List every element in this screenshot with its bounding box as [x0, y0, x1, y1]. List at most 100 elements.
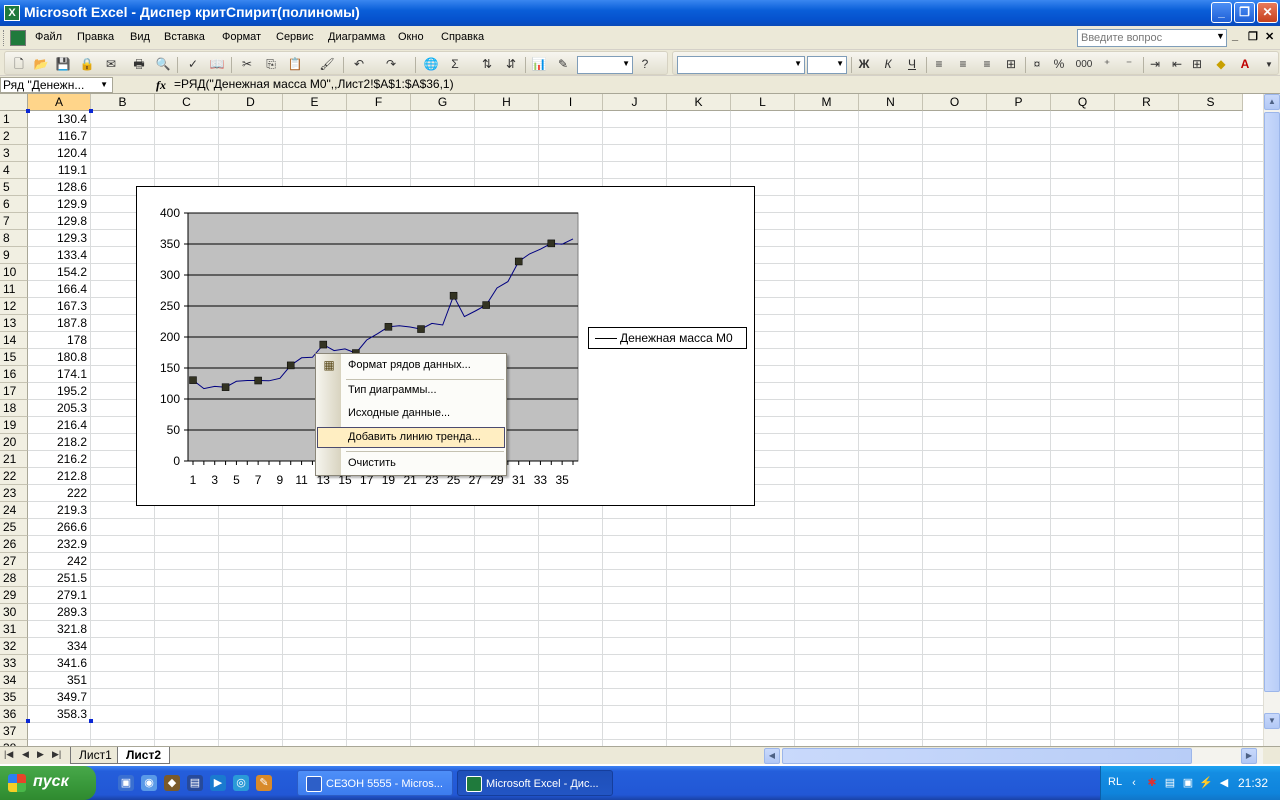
research-icon[interactable]: 📖 — [209, 57, 225, 72]
column-header-k[interactable]: K — [667, 94, 731, 111]
menu-tools[interactable]: Сервис — [276, 31, 314, 43]
vertical-scroll-thumb[interactable] — [1264, 112, 1280, 692]
quicklaunch-icon[interactable]: ◆ — [164, 775, 180, 791]
selection-handle[interactable] — [89, 719, 93, 723]
sheet-tab-2[interactable]: Лист2 — [117, 747, 171, 764]
row-header-21[interactable]: 21 — [0, 451, 28, 468]
borders-icon[interactable]: ⊞ — [1189, 57, 1205, 72]
taskbar-item-excel[interactable]: Microsoft Excel - Дис... — [457, 770, 613, 796]
language-indicator[interactable]: RL — [1108, 776, 1122, 788]
doc-restore-button[interactable]: ❐ — [1248, 30, 1258, 43]
cell-a26[interactable]: 232.9 — [28, 536, 90, 553]
last-sheet-icon[interactable]: ▶| — [52, 749, 61, 760]
cell-a17[interactable]: 195.2 — [28, 383, 90, 400]
cell-a6[interactable]: 129.9 — [28, 196, 90, 213]
cell-a13[interactable]: 187.8 — [28, 315, 90, 332]
cell-a12[interactable]: 167.3 — [28, 298, 90, 315]
column-header-d[interactable]: D — [219, 94, 283, 111]
toolbar-options-icon[interactable]: ▼ — [1261, 57, 1277, 72]
cell-a23[interactable]: 222 — [28, 485, 90, 502]
row-header-32[interactable]: 32 — [0, 638, 28, 655]
column-header-l[interactable]: L — [731, 94, 795, 111]
cell-a30[interactable]: 289.3 — [28, 604, 90, 621]
doc-minimize-button[interactable]: _ — [1232, 30, 1238, 42]
cell-a9[interactable]: 133.4 — [28, 247, 90, 264]
paste-icon[interactable]: 📋 — [287, 57, 303, 72]
cell-a22[interactable]: 212.8 — [28, 468, 90, 485]
row-header-9[interactable]: 9 — [0, 247, 28, 264]
safely-remove-icon[interactable]: ⚡ — [1199, 776, 1213, 790]
row-header-5[interactable]: 5 — [0, 179, 28, 196]
zoom-combo[interactable]: ▼ — [577, 56, 633, 74]
select-all-corner[interactable] — [0, 94, 28, 111]
cell-a4[interactable]: 119.1 — [28, 162, 90, 179]
sort-ascending-icon[interactable]: ⇅ — [479, 57, 495, 72]
cell-a15[interactable]: 180.8 — [28, 349, 90, 366]
column-header-a[interactable]: A — [28, 94, 91, 111]
cell-a35[interactable]: 349.7 — [28, 689, 90, 706]
toolbar-grip[interactable] — [3, 30, 6, 46]
menu-item-format-series[interactable]: ▦ Формат рядов данных... — [317, 355, 505, 376]
undo-icon[interactable]: ↶ — [351, 57, 367, 72]
cell-a21[interactable]: 216.2 — [28, 451, 90, 468]
cell-a28[interactable]: 251.5 — [28, 570, 90, 587]
quicklaunch-icon[interactable]: ✎ — [256, 775, 272, 791]
menu-file[interactable]: Файл — [35, 31, 62, 43]
column-header-s[interactable]: S — [1179, 94, 1243, 111]
menu-format[interactable]: Формат — [222, 31, 261, 43]
column-header-r[interactable]: R — [1115, 94, 1179, 111]
menu-item-add-trendline[interactable]: Добавить линию тренда... — [317, 427, 505, 448]
workbook-icon[interactable] — [10, 30, 26, 46]
merge-center-icon[interactable]: ⊞ — [1003, 57, 1019, 72]
row-header-4[interactable]: 4 — [0, 162, 28, 179]
cut-icon[interactable]: ✂ — [239, 57, 255, 72]
minimize-button[interactable]: _ — [1211, 2, 1232, 23]
cell-a27[interactable]: 242 — [28, 553, 90, 570]
currency-icon[interactable]: ¤ — [1029, 57, 1045, 72]
chart-legend[interactable]: Денежная масса M0 — [588, 327, 747, 349]
volume-icon[interactable]: ◀ — [1217, 776, 1231, 790]
bold-button[interactable]: Ж — [856, 57, 872, 72]
column-header-b[interactable]: B — [91, 94, 155, 111]
chart-wizard-icon[interactable]: 📊 — [531, 57, 547, 72]
print-icon[interactable]: 🖶 — [131, 57, 147, 72]
quicklaunch-icon[interactable]: ▤ — [187, 775, 203, 791]
row-header-12[interactable]: 12 — [0, 298, 28, 315]
row-header-31[interactable]: 31 — [0, 621, 28, 638]
menu-item-chart-type[interactable]: Тип диаграммы... — [317, 380, 505, 401]
sort-descending-icon[interactable]: ⇵ — [503, 57, 519, 72]
increase-decimal-icon[interactable]: ⁺ — [1099, 57, 1115, 72]
row-header-11[interactable]: 11 — [0, 281, 28, 298]
browser-icon[interactable]: ◉ — [141, 775, 157, 791]
column-header-e[interactable]: E — [283, 94, 347, 111]
copy-icon[interactable]: ⎘ — [263, 57, 279, 72]
permission-icon[interactable]: 🔒 — [79, 57, 95, 72]
network-icon[interactable]: ▤ — [1163, 776, 1177, 790]
cell-a24[interactable]: 219.3 — [28, 502, 90, 519]
cell-a2[interactable]: 116.7 — [28, 128, 90, 145]
menu-view[interactable]: Вид — [130, 31, 150, 43]
decrease-decimal-icon[interactable]: ⁻ — [1121, 57, 1137, 72]
chevron-down-icon[interactable]: ▼ — [1216, 31, 1225, 41]
cell-a3[interactable]: 120.4 — [28, 145, 90, 162]
row-header-6[interactable]: 6 — [0, 196, 28, 213]
start-button[interactable]: пуск — [0, 766, 96, 800]
row-header-22[interactable]: 22 — [0, 468, 28, 485]
thousands-button[interactable]: 000 — [1073, 57, 1095, 72]
italic-button[interactable]: К — [880, 57, 896, 72]
help-icon[interactable]: ? — [637, 57, 653, 72]
fx-icon[interactable]: fx — [156, 78, 166, 93]
column-header-f[interactable]: F — [347, 94, 411, 111]
column-header-i[interactable]: I — [539, 94, 603, 111]
cell-a14[interactable]: 178 — [28, 332, 90, 349]
row-header-37[interactable]: 37 — [0, 723, 28, 740]
font-name-combo[interactable]: ▼ — [677, 56, 805, 74]
cell-a18[interactable]: 205.3 — [28, 400, 90, 417]
row-header-24[interactable]: 24 — [0, 502, 28, 519]
row-header-35[interactable]: 35 — [0, 689, 28, 706]
sheet-tab-1[interactable]: Лист1 — [70, 747, 121, 764]
cell-a8[interactable]: 129.3 — [28, 230, 90, 247]
selection-handle[interactable] — [89, 109, 93, 113]
row-header-14[interactable]: 14 — [0, 332, 28, 349]
cell-a33[interactable]: 341.6 — [28, 655, 90, 672]
